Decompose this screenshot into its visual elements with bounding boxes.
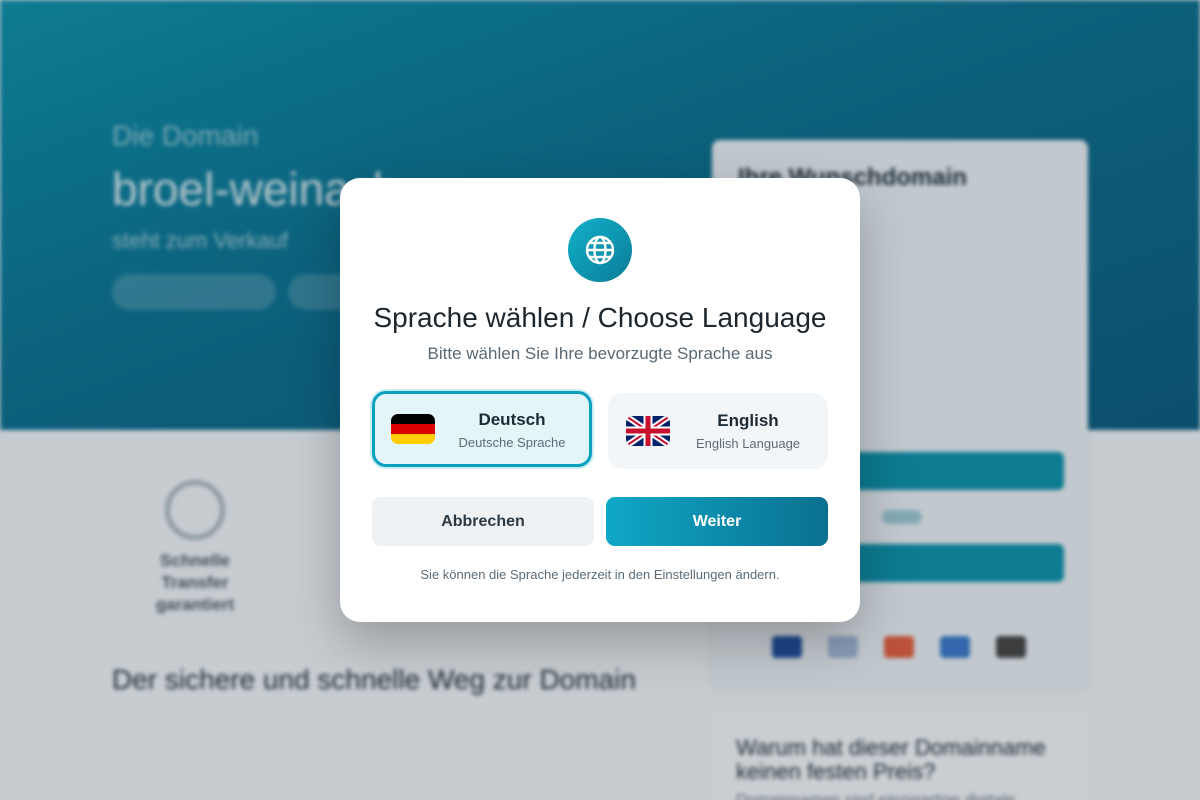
uk-flag-icon [626, 416, 670, 446]
language-name: Deutsch [478, 410, 546, 429]
dialog-subtitle: Bitte wählen Sie Ihre bevorzugte Sprache… [427, 344, 773, 363]
dialog-note: Sie können die Sprache jederzeit in den … [420, 567, 780, 582]
next-button[interactable]: Weiter [606, 497, 828, 546]
language-option-deutsch[interactable]: Deutsch Deutsche Sprache [372, 391, 592, 467]
language-name: English [717, 411, 779, 430]
cancel-button[interactable]: Abbrechen [372, 497, 594, 546]
language-dialog: Sprache wählen / Choose Language Bitte w… [340, 178, 860, 622]
dialog-title: Sprache wählen / Choose Language [373, 302, 827, 333]
globe-icon [568, 218, 632, 282]
language-description: English Language [695, 436, 801, 451]
language-description: Deutsche Sprache [458, 435, 566, 450]
language-option-english[interactable]: English English Language [608, 393, 828, 469]
de-flag-icon [391, 414, 435, 444]
